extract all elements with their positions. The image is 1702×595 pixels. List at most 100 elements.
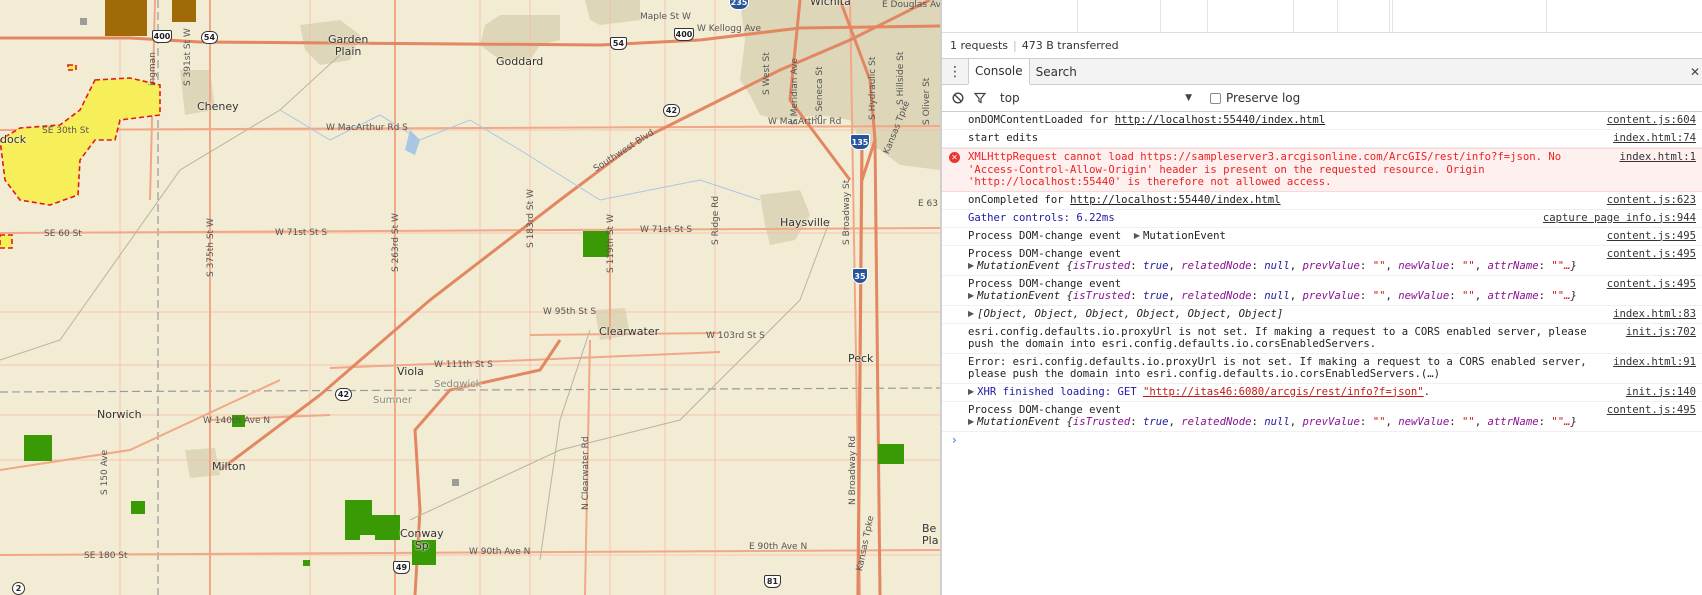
road-meridian: S Meridian Ave bbox=[790, 58, 800, 125]
filter-icon[interactable] bbox=[970, 88, 990, 108]
source-link[interactable]: content.js:495 bbox=[1607, 404, 1696, 417]
road-n-clearwater: N Clearwater Rd bbox=[581, 436, 591, 510]
road-oliver: S Oliver St bbox=[922, 77, 932, 125]
road-kellogg: W Kellogg Ave bbox=[697, 24, 762, 34]
source-link[interactable]: capture page info.js:944 bbox=[1543, 212, 1696, 225]
expand-triangle-icon[interactable]: ▶ bbox=[968, 260, 974, 273]
road-se30: SE 30th St bbox=[42, 126, 90, 136]
console-error-message: ✕ XMLHttpRequest cannot load https://sam… bbox=[942, 148, 1702, 192]
road-macarthur-e: W MacArthur Rd bbox=[768, 117, 842, 127]
road-w90: W 90th Ave N bbox=[469, 547, 531, 557]
road-w71-b: W 71st St S bbox=[640, 225, 693, 235]
source-link[interactable]: content.js:623 bbox=[1607, 194, 1696, 207]
console-message: Process DOM-change event ▶ MutationEvent … bbox=[942, 276, 1702, 306]
network-timeline[interactable] bbox=[942, 0, 1702, 33]
network-summary: 1 requests | 473 B transferred bbox=[942, 33, 1702, 59]
road-ridge: S Ridge Rd bbox=[711, 195, 721, 245]
place-goddard: Goddard bbox=[496, 55, 544, 68]
road-w71-a: W 71st St S bbox=[275, 228, 328, 238]
shield-ks49: 49 bbox=[393, 561, 410, 574]
source-link[interactable]: content.js:495 bbox=[1607, 278, 1696, 291]
tab-search[interactable]: Search bbox=[1030, 59, 1083, 84]
shield-i135: 135 bbox=[850, 134, 870, 150]
expand-triangle-icon[interactable]: ▶ bbox=[968, 308, 974, 321]
message-link[interactable]: http://localhost:55440/index.html bbox=[1115, 114, 1325, 126]
shield-ks42-b: 42 bbox=[335, 388, 352, 401]
source-link[interactable]: init.js:140 bbox=[1626, 386, 1696, 399]
place-milton: Milton bbox=[212, 460, 246, 473]
road-se180: SE 180 St bbox=[84, 551, 128, 561]
map-marker-2 bbox=[452, 479, 459, 486]
place-cheney: Cheney bbox=[197, 100, 239, 113]
transferred-size: 473 B transferred bbox=[1021, 39, 1119, 52]
shield-us400-b: 400 bbox=[674, 28, 694, 41]
source-link[interactable]: index.html:91 bbox=[1613, 356, 1696, 369]
road-s183: S 183rd St W bbox=[526, 189, 536, 248]
road-seneca: S Seneca St bbox=[815, 66, 825, 120]
xhr-url-link[interactable]: "http://itas46:6080/arcgis/rest/info?f=j… bbox=[1143, 386, 1424, 398]
drawer-tabs: ⋮ Console Search ✕ bbox=[942, 59, 1702, 85]
source-link[interactable]: index.html:74 bbox=[1613, 132, 1696, 145]
console-message: Gather controls: 6.22ms capture page inf… bbox=[942, 210, 1702, 228]
console-message: Process DOM-change event ▶ MutationEvent … bbox=[942, 246, 1702, 276]
expand-triangle-icon[interactable]: ▶ bbox=[968, 416, 974, 429]
road-s150: S 150 Ave bbox=[100, 449, 110, 495]
source-link[interactable]: content.js:495 bbox=[1607, 248, 1696, 261]
road-maple: Maple St W bbox=[640, 12, 691, 22]
lake bbox=[405, 130, 420, 155]
context-selector[interactable]: top ▼ bbox=[1000, 91, 1196, 105]
clear-console-icon[interactable] bbox=[948, 88, 968, 108]
road-hydraulic: S Hydraulic St bbox=[868, 56, 878, 120]
source-link[interactable]: index.html:1 bbox=[1619, 151, 1696, 164]
preserve-log-label: Preserve log bbox=[1226, 91, 1301, 105]
expand-triangle-icon[interactable]: ▶ bbox=[968, 386, 974, 399]
place-belle-plaine: Be Pla bbox=[922, 522, 939, 547]
prompt-chevron-icon: › bbox=[952, 433, 957, 448]
shield-us400-a: 400 bbox=[152, 30, 172, 43]
console-message: ▶ [Object, Object, Object, Object, Object… bbox=[942, 306, 1702, 324]
tab-console[interactable]: Console bbox=[968, 59, 1030, 85]
console-message: onDOMContentLoaded for http://localhost:… bbox=[942, 112, 1702, 130]
fire-polygons bbox=[0, 64, 161, 249]
road-w140: W 140th Ave N bbox=[203, 416, 271, 426]
devtools-panel: 1 requests | 473 B transferred ⋮ Console… bbox=[940, 0, 1702, 595]
console-message: onCompleted for http://localhost:55440/i… bbox=[942, 192, 1702, 210]
map-view[interactable]: Garden Plain Goddard Cheney Haysville Cle… bbox=[0, 0, 940, 595]
road-west: S West St bbox=[762, 52, 772, 95]
road-w95: W 95th St S bbox=[543, 307, 597, 317]
shield-us81: 81 bbox=[764, 575, 781, 588]
console-message: esri.config.defaults.io.proxyUrl is not … bbox=[942, 324, 1702, 354]
source-link[interactable]: content.js:495 bbox=[1607, 230, 1696, 243]
message-link[interactable]: http://localhost:55440/index.html bbox=[1070, 194, 1280, 206]
context-value: top bbox=[1000, 91, 1020, 105]
road-broadway: S Broadway St bbox=[842, 179, 852, 245]
error-icon: ✕ bbox=[949, 152, 960, 163]
console-message: Error: esri.config.defaults.io.proxyUrl … bbox=[942, 354, 1702, 384]
more-options-icon[interactable]: ⋮ bbox=[942, 59, 968, 84]
source-link[interactable]: init.js:702 bbox=[1626, 326, 1696, 339]
console-message: Process DOM-change event ▶ MutationEvent … bbox=[942, 228, 1702, 246]
close-icon[interactable]: ✕ bbox=[1688, 59, 1702, 85]
place-peck: Peck bbox=[848, 352, 874, 365]
shield-ks42-a: 42 bbox=[663, 104, 680, 117]
road-e90: E 90th Ave N bbox=[749, 542, 808, 552]
shield-ks54-a: 54 bbox=[201, 31, 218, 44]
console-toolbar: top ▼ Preserve log bbox=[942, 85, 1702, 112]
expand-triangle-icon[interactable]: ▶ bbox=[968, 290, 974, 303]
road-kingman: ingman bbox=[148, 52, 158, 86]
place-norwich: Norwich bbox=[97, 408, 142, 421]
console-messages[interactable]: onDOMContentLoaded for http://localhost:… bbox=[942, 112, 1702, 450]
console-prompt[interactable]: › bbox=[942, 432, 1702, 450]
source-link[interactable]: content.js:604 bbox=[1607, 114, 1696, 127]
road-s391: S 391st St W bbox=[183, 28, 193, 86]
road-n-broadway: N Broadway Rd bbox=[848, 435, 858, 505]
preserve-log-checkbox[interactable] bbox=[1210, 92, 1221, 104]
shield-us54: 54 bbox=[610, 37, 627, 50]
place-garden-plain: Garden Plain bbox=[328, 33, 369, 58]
road-macarthur-w: W MacArthur Rd S bbox=[326, 123, 408, 133]
place-clearwater: Clearwater bbox=[599, 325, 660, 338]
expand-triangle-icon[interactable]: ▶ bbox=[1134, 230, 1140, 243]
place-sumner: Sumner bbox=[373, 395, 413, 406]
source-link[interactable]: index.html:83 bbox=[1613, 308, 1696, 321]
road-w103: W 103rd St S bbox=[706, 331, 765, 341]
